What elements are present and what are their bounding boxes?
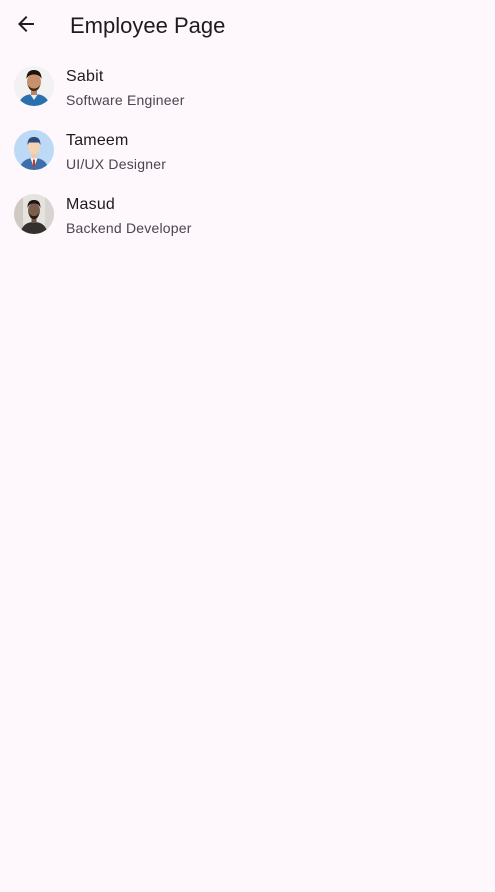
avatar (14, 194, 54, 234)
employee-name: Masud (66, 196, 116, 213)
avatar (14, 66, 54, 106)
arrow-back-icon (14, 12, 38, 41)
app-bar: Employee Page (0, 0, 495, 52)
avatar-photo-masud (14, 194, 54, 234)
back-button[interactable] (6, 6, 46, 46)
employee-list: Sabit Software Engineer Tameem UI/UX Des… (0, 56, 495, 248)
employee-list-item-masud[interactable]: Masud Backend Developer (0, 184, 495, 248)
page-title: Employee Page (70, 13, 226, 38)
employee-name: Tameem (66, 132, 129, 149)
employee-role: Software Engineer (66, 92, 185, 108)
avatar (14, 130, 54, 170)
employee-role: Backend Developer (66, 220, 192, 236)
avatar-photo-sabit (14, 66, 54, 106)
employee-list-item-tameem[interactable]: Tameem UI/UX Designer (0, 120, 495, 184)
employee-screen: Employee Page Sabit Software Engineer Ta… (0, 0, 495, 892)
avatar-illustration-tameem (14, 130, 54, 170)
employee-role: UI/UX Designer (66, 156, 167, 172)
employee-list-item-sabit[interactable]: Sabit Software Engineer (0, 56, 495, 120)
employee-name: Sabit (66, 68, 104, 85)
